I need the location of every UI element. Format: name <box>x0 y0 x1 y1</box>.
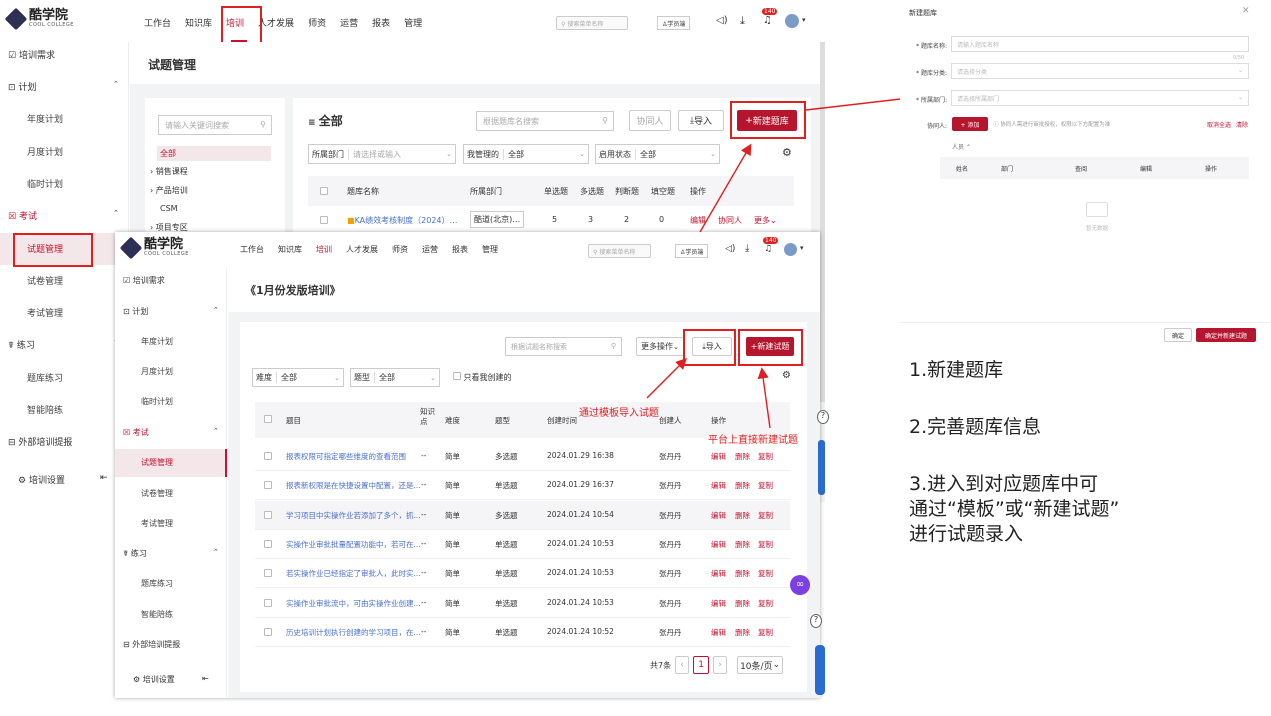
col-dept: 部门 <box>1001 166 1014 173</box>
people-label: 人员 ⌃ <box>952 144 971 151</box>
dialog-divider <box>900 322 1271 323</box>
label-bank-dept: * 所属部门: <box>916 97 947 104</box>
label-bank-name: * 题库名称: <box>916 43 947 50</box>
add-collab-button[interactable]: + 添加 <box>952 117 988 131</box>
empty-inbox-icon <box>1086 202 1108 217</box>
chevron-up-icon: ⌃ <box>965 144 971 151</box>
bank-dept-select[interactable]: 请选择所属部门 ⌄ <box>951 90 1249 106</box>
bank-category-select[interactable]: 请选择分类 ⌄ <box>951 63 1249 79</box>
arrow-to-new-bank <box>699 143 752 233</box>
col-view: 查阅 <box>1075 166 1088 173</box>
step-3-line-2: 通过“模板”或“新建试题” <box>909 498 1120 520</box>
collab-hint: ⓘ 协同人需进行审批授权，权限以下方配置为准 <box>993 122 1111 128</box>
close-icon[interactable]: ✕ <box>1242 6 1250 16</box>
label-bank-category: * 题库分类: <box>916 70 947 77</box>
new-bank-dialog: 新建题库 ✕ * 题库名称: 请输入题库名称 0/50 * 题库分类: 请选择分… <box>900 0 1260 350</box>
step-3-line-1: 3.进入到对应题库中可 <box>909 473 1099 495</box>
step-3-line-3: 进行试题录入 <box>909 523 1024 545</box>
arrow-to-import <box>646 358 687 399</box>
step-2: 2.完善题库信息 <box>909 416 1042 438</box>
col-edit: 编辑 <box>1140 166 1153 173</box>
arrow-to-new-question <box>757 367 771 429</box>
label-collab: 协同人: <box>926 123 947 130</box>
col-ops: 操作 <box>1205 166 1218 173</box>
chevron-down-icon: ⌄ <box>1237 94 1243 101</box>
clear-link[interactable]: 清除 <box>1236 120 1248 129</box>
dialog-title: 新建题库 <box>909 9 937 17</box>
bank-name-input[interactable]: 请输入题库名称 <box>951 36 1249 52</box>
step-1: 1.新建题库 <box>909 359 1004 381</box>
empty-text: 暂无数据 <box>1086 226 1109 232</box>
ok-button[interactable]: 确定 <box>1164 328 1192 342</box>
annotation-new: 平台上直接新建试题 <box>708 435 798 446</box>
name-counter: 0/50 <box>1233 55 1245 61</box>
collab-table-header: 姓名 部门 查阅 编辑 操作 <box>940 157 1249 179</box>
chevron-down-icon: ⌄ <box>1237 67 1243 74</box>
ok-and-new-button[interactable]: 确定并新建试题 <box>1196 328 1256 342</box>
col-name: 姓名 <box>956 166 969 173</box>
cancel-all-link[interactable]: 取消全选 <box>1207 120 1231 129</box>
annotation-import: 通过模板导入试题 <box>579 408 659 419</box>
